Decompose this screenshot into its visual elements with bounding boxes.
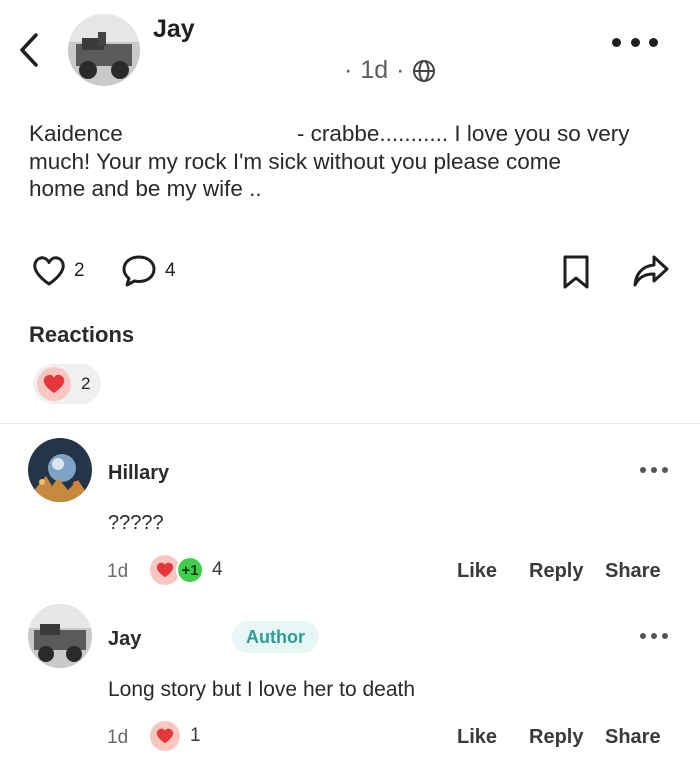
comment-more-button[interactable] (640, 631, 668, 641)
reactions-title: Reactions (29, 322, 135, 347)
comment-share-button[interactable]: Share (605, 726, 661, 749)
post-meta: · 1d · (344, 56, 436, 85)
post-text: Kaidence - crabbe........... I love you s… (29, 121, 630, 201)
reaction-count: 2 (81, 374, 91, 393)
post-author-name[interactable]: Jay (153, 15, 195, 44)
comment-reactions[interactable]: 1 (150, 721, 201, 751)
comment-body: ????? (108, 512, 164, 534)
author-badge: Author (232, 621, 319, 653)
divider (0, 423, 700, 424)
more-dots-icon (612, 37, 621, 47)
comment-bubble-icon (122, 255, 156, 287)
comment-reaction-count: 1 (190, 725, 201, 746)
back-button[interactable] (14, 30, 44, 70)
comment-reaction-count: 4 (212, 559, 223, 580)
post-time: 1d (360, 56, 389, 84)
author-avatar[interactable] (68, 14, 140, 86)
comment-reactions[interactable]: +1 4 (150, 555, 223, 585)
comment-time: 1d (107, 727, 129, 748)
meta-separator-2: · (396, 56, 405, 84)
heart-reaction-icon (37, 367, 71, 401)
comment-like-button[interactable]: Like (457, 560, 497, 583)
plus-one-reaction-icon: +1 (176, 556, 204, 584)
heart-reaction-icon (150, 721, 180, 751)
like-count: 2 (74, 260, 85, 281)
comment-reply-button[interactable]: Reply (529, 560, 583, 583)
share-button[interactable] (632, 253, 670, 294)
comment-body: Long story but I love her to death (108, 678, 416, 701)
comment-avatar-jay[interactable] (28, 604, 92, 668)
comment-reply-button[interactable]: Reply (529, 726, 583, 749)
comment-like-button[interactable]: Like (457, 726, 497, 749)
post-more-button[interactable] (612, 34, 658, 50)
reaction-chip[interactable]: 2 (33, 364, 101, 404)
comment-count: 4 (165, 260, 176, 281)
back-chevron-icon (20, 33, 38, 67)
like-button[interactable]: 2 (32, 255, 85, 287)
share-arrow-icon (633, 255, 669, 287)
more-dots-icon (640, 633, 646, 639)
more-dots-icon (640, 467, 646, 473)
comment-avatar-hillary[interactable] (28, 438, 92, 502)
globe-icon (413, 59, 436, 82)
bookmark-button[interactable] (560, 253, 592, 296)
comment-button[interactable]: 4 (121, 254, 176, 288)
comment-share-button[interactable]: Share (605, 560, 661, 583)
bookmark-icon (563, 255, 589, 289)
comment-author-name[interactable]: Hillary (108, 462, 169, 485)
heart-outline-icon (33, 256, 65, 286)
comment-time: 1d (107, 561, 129, 582)
comment-more-button[interactable] (640, 465, 668, 475)
meta-separator: · (344, 56, 353, 84)
comment-author-name[interactable]: Jay (108, 628, 141, 651)
